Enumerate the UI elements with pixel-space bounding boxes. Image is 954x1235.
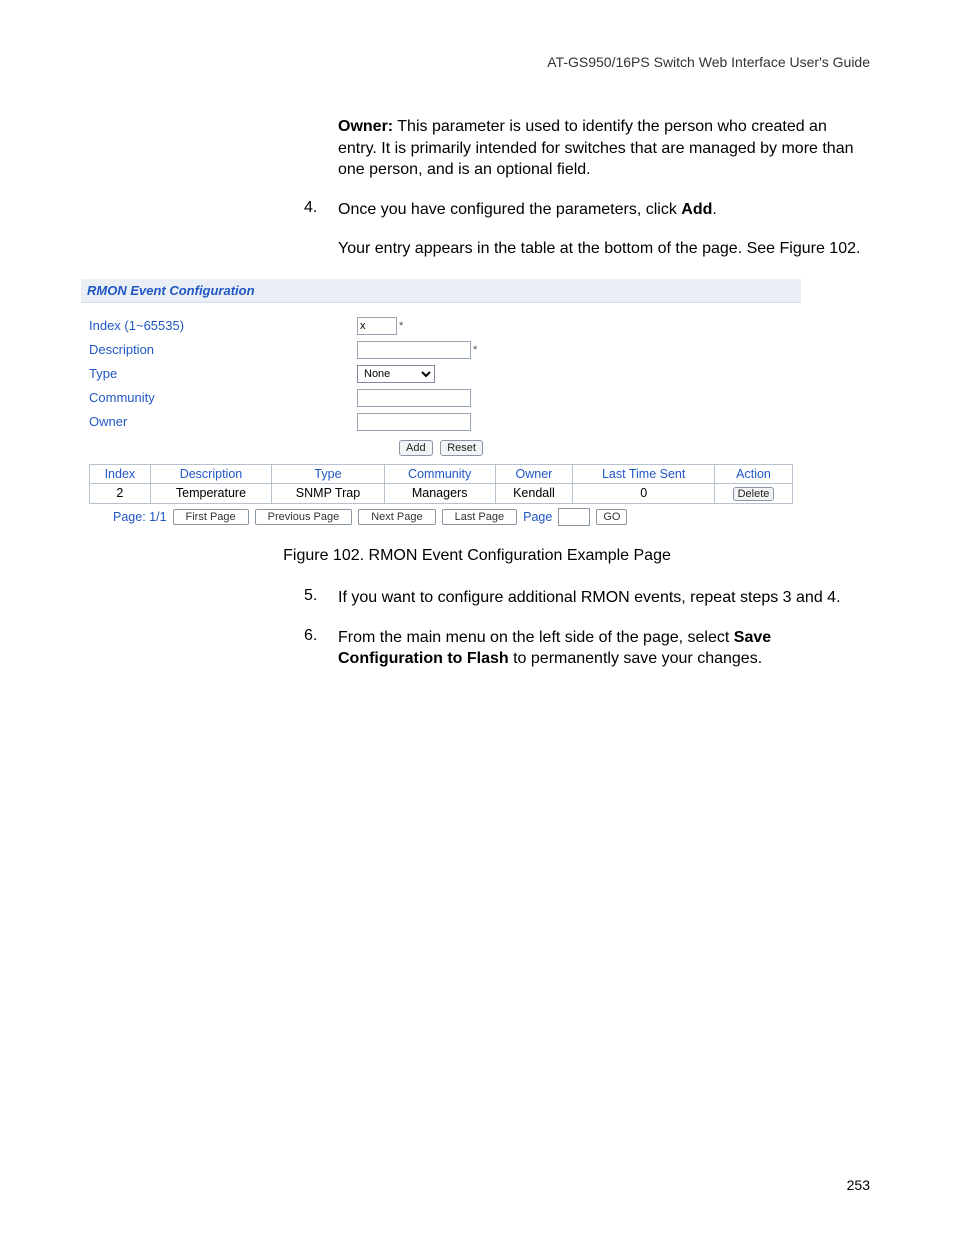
cell-last-time-sent: 0 (573, 483, 715, 503)
last-page-button[interactable]: Last Page (442, 509, 518, 525)
page-word: Page (523, 510, 552, 524)
step-5-number: 5. (304, 587, 338, 609)
description-input[interactable] (357, 341, 471, 359)
step-5: 5. If you want to configure additional R… (304, 587, 870, 609)
reset-button[interactable]: Reset (440, 440, 483, 456)
go-button[interactable]: GO (596, 509, 627, 525)
cell-community: Managers (384, 483, 495, 503)
type-label: Type (89, 366, 357, 381)
running-header: AT-GS950/16PS Switch Web Interface User'… (84, 54, 870, 70)
page-indicator: Page: 1/1 (113, 510, 167, 524)
delete-button[interactable]: Delete (733, 487, 775, 501)
step-6-text-b: to permanently save your changes. (509, 650, 762, 667)
th-owner: Owner (495, 464, 573, 483)
step-6-number: 6. (304, 627, 338, 670)
owner-paragraph: Owner: This parameter is used to identif… (338, 116, 870, 181)
owner-label: Owner: (338, 118, 393, 135)
th-description: Description (150, 464, 271, 483)
table-row: 2 Temperature SNMP Trap Managers Kendall… (90, 483, 793, 503)
config-form: Index (1~65535) * Description * Type Non… (81, 303, 801, 532)
owner-input[interactable] (357, 413, 471, 431)
description-label: Description (89, 342, 357, 357)
owner-field-label: Owner (89, 414, 357, 429)
rmon-screenshot: RMON Event Configuration Index (1~65535)… (80, 278, 802, 533)
step-6: 6. From the main menu on the left side o… (304, 627, 870, 670)
step-6-text-a: From the main menu on the left side of t… (338, 629, 734, 646)
th-index: Index (90, 464, 151, 483)
pager: Page: 1/1 First Page Previous Page Next … (89, 508, 793, 526)
cell-owner: Kendall (495, 483, 573, 503)
page-number: 253 (847, 1177, 870, 1193)
community-input[interactable] (357, 389, 471, 407)
step-4: 4. Once you have configured the paramete… (304, 199, 870, 221)
step-4-text-a: Once you have configured the parameters,… (338, 201, 681, 218)
previous-page-button[interactable]: Previous Page (255, 509, 353, 525)
step-4-add-bold: Add (681, 201, 712, 218)
page-number-input[interactable] (558, 508, 590, 526)
community-label: Community (89, 390, 357, 405)
th-action: Action (715, 464, 793, 483)
cell-index: 2 (90, 483, 151, 503)
th-community: Community (384, 464, 495, 483)
table-header-row: Index Description Type Community Owner L… (90, 464, 793, 483)
index-label: Index (1~65535) (89, 318, 357, 333)
index-input[interactable] (357, 317, 397, 335)
owner-text: This parameter is used to identify the p… (338, 118, 854, 178)
events-table: Index Description Type Community Owner L… (89, 464, 793, 504)
description-required-star: * (473, 344, 477, 356)
step-4-number: 4. (304, 199, 338, 221)
next-page-button[interactable]: Next Page (358, 509, 435, 525)
th-last-time-sent: Last Time Sent (573, 464, 715, 483)
step-4-after: Your entry appears in the table at the b… (338, 238, 870, 260)
type-select[interactable]: None (357, 365, 435, 383)
step-5-text: If you want to configure additional RMON… (338, 587, 870, 609)
index-required-star: * (399, 320, 403, 332)
figure-caption: Figure 102. RMON Event Configuration Exa… (84, 547, 870, 565)
panel-title: RMON Event Configuration (81, 279, 801, 303)
cell-type: SNMP Trap (272, 483, 385, 503)
cell-description: Temperature (150, 483, 271, 503)
add-button[interactable]: Add (399, 440, 433, 456)
th-type: Type (272, 464, 385, 483)
first-page-button[interactable]: First Page (173, 509, 249, 525)
step-4-text-c: . (712, 201, 716, 218)
